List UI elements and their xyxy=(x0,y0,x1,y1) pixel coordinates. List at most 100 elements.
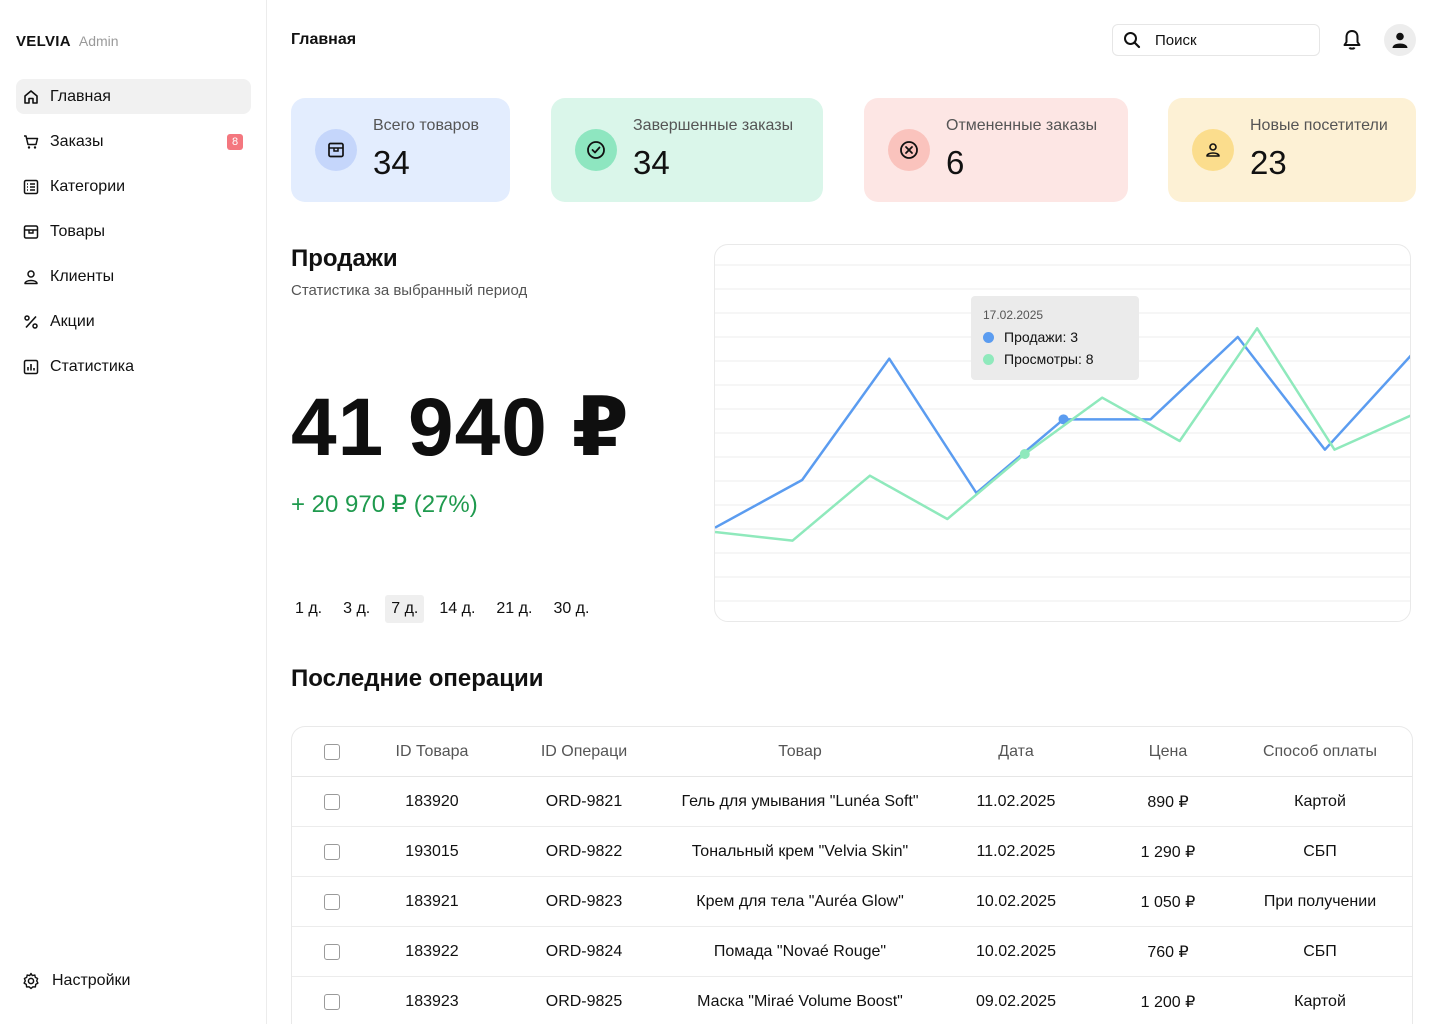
notifications-button[interactable] xyxy=(1340,28,1364,52)
column-header: Товар xyxy=(778,742,822,760)
period-option[interactable]: 14 д. xyxy=(433,595,481,623)
stat-card-canceled-orders: Отмененные заказы 6 xyxy=(864,98,1128,202)
table-cell: 183923 xyxy=(405,992,459,1010)
brand-name: VELVIA xyxy=(16,33,71,50)
stat-card-label: Новые посетители xyxy=(1250,117,1388,134)
table-cell: Маска "Miraé Volume Boost" xyxy=(697,992,903,1010)
table-row[interactable]: 183920 ORD-9821 Гель для умывания "Lunéa S… xyxy=(292,777,1412,827)
table-cell: ORD-9823 xyxy=(545,892,623,910)
sidebar-item-orders[interactable]: Заказы 8 xyxy=(16,124,251,159)
stat-card-value: 23 xyxy=(1250,144,1287,181)
table-cell: Гель для умывания "Lunéa Soft" xyxy=(681,792,919,810)
row-checkbox[interactable] xyxy=(324,993,340,1010)
user-avatar[interactable] xyxy=(1384,24,1416,56)
page-title: Главная xyxy=(291,31,357,48)
row-select-cell xyxy=(292,943,372,960)
select-all-checkbox[interactable] xyxy=(324,743,340,760)
column-header: ID Товара xyxy=(395,742,469,760)
percent-icon xyxy=(22,313,40,331)
sidebar-item-label: Главная xyxy=(50,87,111,105)
table-cell: 1 290 ₽ xyxy=(1140,843,1196,861)
operations-title: Последние операции xyxy=(291,665,544,692)
table-cell: 10.02.2025 xyxy=(975,892,1057,910)
brand: VELVIA Admin xyxy=(16,33,119,50)
row-checkbox[interactable] xyxy=(324,943,340,960)
sidebar: VELVIA Admin Главная Заказы 8 Категории xyxy=(0,0,267,1024)
period-option[interactable]: 7 д. xyxy=(385,595,425,623)
table-row[interactable]: 183922 ORD-9824 Помада "Novaé Rouge" 10.02.… xyxy=(292,927,1412,977)
gear-icon xyxy=(22,972,40,990)
stat-card-completed-orders: Завершенные заказы 34 xyxy=(551,98,823,202)
stat-card-value: 6 xyxy=(946,144,965,181)
tooltip-row-views: Просмотры: 8 xyxy=(983,351,1127,367)
series-point-views[interactable] xyxy=(1019,449,1030,459)
x-circle-icon xyxy=(900,141,918,159)
list-icon xyxy=(22,178,40,196)
table-cell: ORD-9824 xyxy=(545,942,623,960)
column-header: ID Операци xyxy=(540,742,628,760)
sales-total-amount: 41 940 ₽ xyxy=(291,382,630,473)
sidebar-item-clients[interactable]: Клиенты xyxy=(16,259,251,294)
table-cell: 890 ₽ xyxy=(1147,793,1189,811)
table-row[interactable]: 183923 ORD-9825 Маска "Miraé Volume Boost"… xyxy=(292,977,1412,1024)
row-checkbox[interactable] xyxy=(324,793,340,810)
tooltip-sales-label: Продажи: 3 xyxy=(1004,329,1079,345)
table-cell: Помада "Novaé Rouge" xyxy=(713,942,887,960)
sidebar-item-label: Клиенты xyxy=(50,267,115,285)
home-icon xyxy=(22,88,40,106)
sidebar-item-settings[interactable]: Настройки xyxy=(22,972,130,990)
table-row[interactable]: 193015 ORD-9822 Тональный крем "Velvia Ski… xyxy=(292,827,1412,877)
sidebar-item-statistics[interactable]: Статистика xyxy=(16,349,251,384)
sidebar-item-promotions[interactable]: Акции xyxy=(16,304,251,339)
box-icon xyxy=(22,223,40,241)
orders-count-badge: 8 xyxy=(227,134,243,150)
table-cell: 10.02.2025 xyxy=(975,942,1057,960)
sidebar-item-home[interactable]: Главная xyxy=(16,79,251,114)
search-icon xyxy=(1124,32,1141,49)
stat-card-label: Отмененные заказы xyxy=(946,117,1098,134)
table-cell: 183920 xyxy=(405,792,459,810)
table-cell: 1 050 ₽ xyxy=(1140,893,1196,911)
search-input[interactable] xyxy=(1155,31,1295,49)
sidebar-item-label: Товары xyxy=(50,222,106,240)
period-option[interactable]: 21 д. xyxy=(490,595,538,623)
stat-card-value: 34 xyxy=(373,144,410,181)
period-selector: 1 д. 3 д. 7 д. 14 д. 21 д. 30 д. xyxy=(289,595,595,623)
stat-card-value: 34 xyxy=(633,144,670,181)
sidebar-item-label: Категории xyxy=(50,177,126,195)
table-cell: СБП xyxy=(1303,942,1337,960)
column-header: Способ оплаты xyxy=(1262,742,1378,760)
box-icon xyxy=(328,142,344,158)
chart-icon xyxy=(22,358,40,376)
stat-card-icon-wrap xyxy=(888,129,930,171)
sidebar-item-label: Статистика xyxy=(50,357,135,375)
period-option[interactable]: 30 д. xyxy=(547,595,595,623)
row-select-cell xyxy=(292,843,372,860)
stat-card-total-products: Всего товаров 34 xyxy=(291,98,510,202)
tooltip-date: 17.02.2025 xyxy=(983,308,1044,322)
column-header: Дата xyxy=(998,742,1034,760)
search-box xyxy=(1112,24,1320,56)
period-option[interactable]: 1 д. xyxy=(289,595,328,623)
brand-subtitle: Admin xyxy=(78,33,119,49)
row-checkbox[interactable] xyxy=(324,843,340,860)
tooltip-row-sales: Продажи: 3 xyxy=(983,329,1127,345)
table-cell: ORD-9821 xyxy=(545,792,623,810)
table-cell: Тональный крем "Velvia Skin" xyxy=(691,842,909,860)
user-avatar-icon xyxy=(1392,32,1408,48)
tooltip-views-dot xyxy=(983,353,994,365)
table-cell: 183922 xyxy=(405,942,459,960)
table-cell: Крем для тела "Auréa Glow" xyxy=(696,892,904,910)
table-cell: ORD-9825 xyxy=(545,992,623,1010)
row-checkbox[interactable] xyxy=(324,893,340,910)
table-row[interactable]: 183921 ORD-9823 Крем для тела "Auréa Glow"… xyxy=(292,877,1412,927)
table-cell: 760 ₽ xyxy=(1147,943,1189,961)
sidebar-item-categories[interactable]: Категории xyxy=(16,169,251,204)
table-cell: При получении xyxy=(1263,892,1377,910)
stat-card-icon-wrap xyxy=(315,129,357,171)
table-cell: ORD-9822 xyxy=(545,842,623,860)
sidebar-item-products[interactable]: Товары xyxy=(16,214,251,249)
user-icon xyxy=(22,268,40,286)
period-option[interactable]: 3 д. xyxy=(337,595,376,623)
table-cell: 183921 xyxy=(405,892,459,910)
